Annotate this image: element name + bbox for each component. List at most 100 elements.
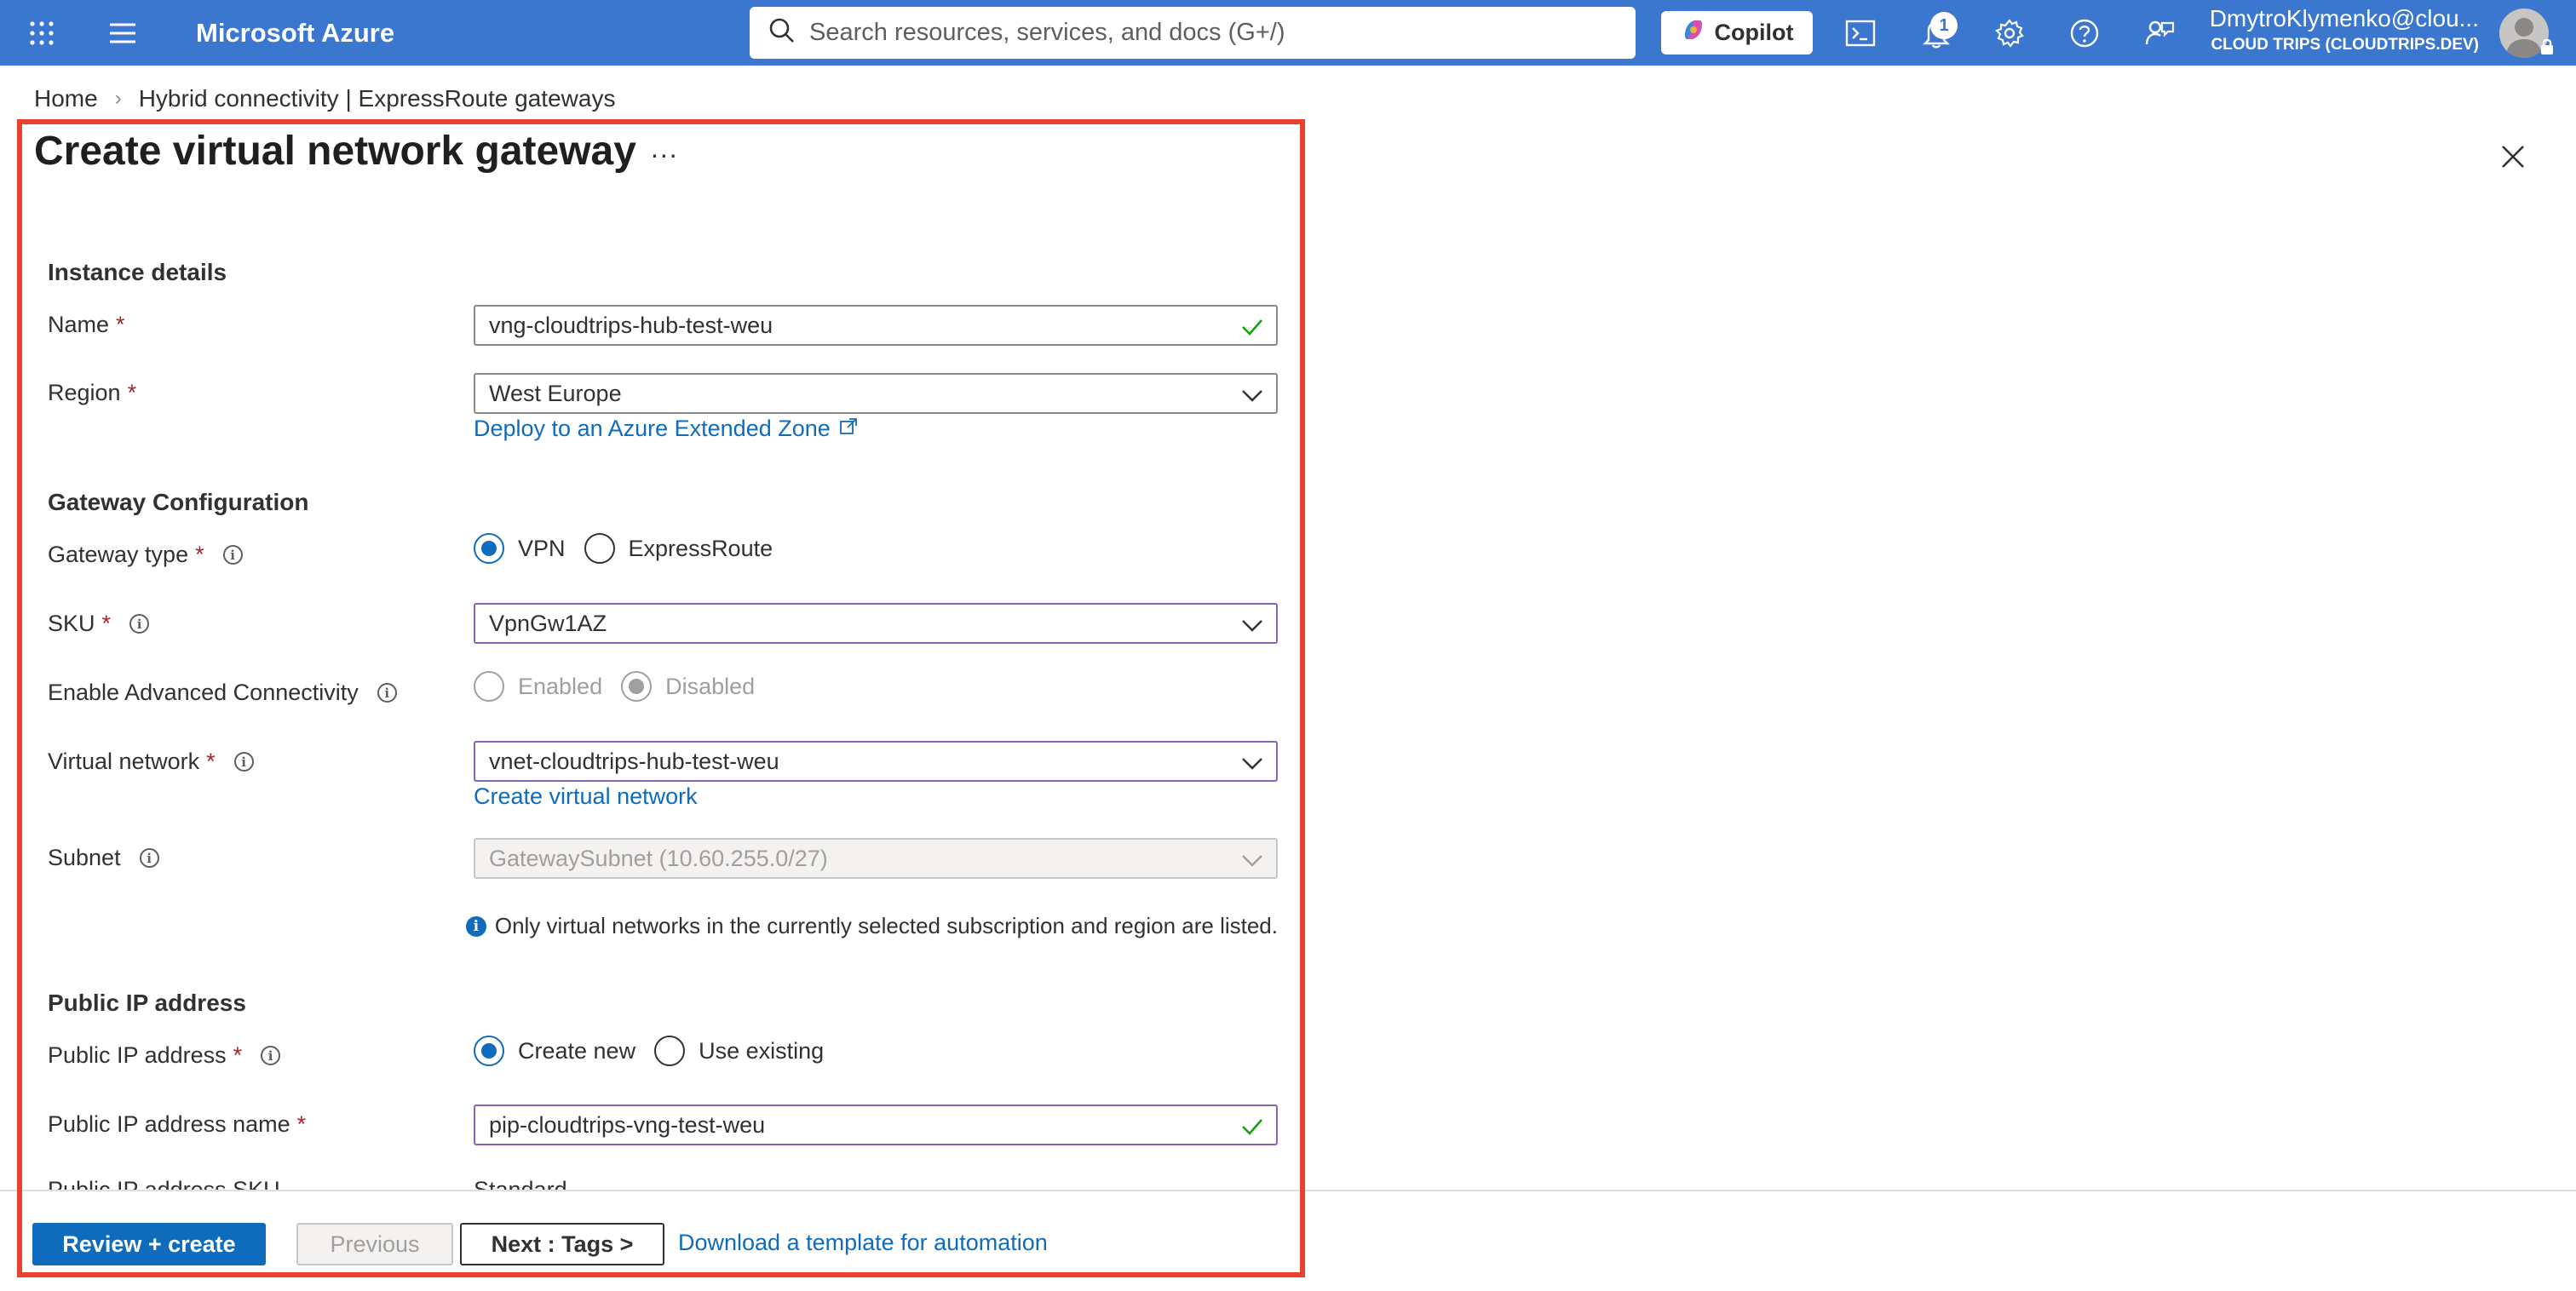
download-template-link[interactable]: Download a template for automation [678, 1230, 1048, 1256]
cloud-shell-icon[interactable] [1843, 15, 1878, 51]
required-marker: * [101, 611, 112, 636]
sku-dropdown[interactable]: VpnGw1AZ [474, 603, 1278, 644]
portal-brand[interactable]: Microsoft Azure [196, 0, 394, 66]
app-launcher-icon[interactable] [26, 17, 58, 49]
copilot-icon [1681, 17, 1706, 49]
radio-expressroute[interactable]: ExpressRoute [584, 533, 773, 564]
required-marker: * [127, 380, 137, 405]
menu-icon[interactable] [106, 17, 140, 49]
close-icon[interactable] [2496, 140, 2530, 174]
virtual-network-value: vnet-cloudtrips-hub-test-weu [489, 748, 779, 774]
review-create-button[interactable]: Review + create [32, 1223, 266, 1265]
subnet-dropdown[interactable]: GatewaySubnet (10.60.255.0/27) [474, 838, 1278, 879]
section-instance-details: Instance details [48, 259, 227, 285]
name-label: Name * [48, 312, 125, 338]
public-ip-label-text: Public IP address [48, 1042, 227, 1068]
required-marker: * [233, 1042, 243, 1068]
radio-expressroute-label: ExpressRoute [628, 535, 773, 561]
required-marker: * [296, 1111, 307, 1137]
name-field[interactable]: vng-cloudtrips-hub-test-weu [474, 305, 1278, 346]
public-ip-label: Public IP address * i [48, 1042, 281, 1069]
public-ip-sku-row: Public IP address SKU Standard [48, 1177, 1274, 1191]
info-filled-icon: i [465, 915, 486, 937]
search-icon [768, 17, 796, 49]
account-tenant: CLOUD TRIPS (CLOUDTRIPS.DEV) [2211, 36, 2479, 54]
virtual-network-label-text: Virtual network [48, 749, 200, 774]
section-public-ip: Public IP address [48, 990, 246, 1016]
extended-zone-link-text: Deploy to an Azure Extended Zone [474, 416, 831, 441]
gateway-type-radio-group: VPN ExpressRoute [474, 533, 791, 564]
required-marker: * [116, 312, 125, 337]
radio-button[interactable] [654, 1036, 686, 1066]
radio-button[interactable] [584, 533, 615, 564]
section-gateway-config: Gateway Configuration [48, 489, 309, 515]
info-icon[interactable]: i [233, 752, 254, 772]
subnet-label: Subnet i [48, 845, 159, 871]
region-label-text: Region [48, 380, 121, 405]
public-ip-sku-value: Standard [474, 1177, 567, 1191]
info-icon[interactable]: i [377, 683, 397, 703]
region-dropdown[interactable]: West Europe [474, 373, 1278, 414]
chevron-down-icon [1240, 613, 1264, 637]
external-link-icon [839, 416, 858, 442]
notifications-badge: 1 [1930, 12, 1958, 39]
info-message: i Only virtual networks in the currently… [465, 913, 1278, 939]
gateway-type-label-text: Gateway type [48, 542, 189, 567]
settings-icon[interactable] [1992, 15, 2027, 51]
info-icon[interactable]: i [222, 545, 243, 565]
copilot-button[interactable]: Copilot [1661, 11, 1813, 55]
name-label-text: Name [48, 312, 110, 337]
radio-use-existing[interactable]: Use existing [654, 1036, 824, 1066]
account-menu[interactable]: DmytroKlymenko@clou... CLOUD TRIPS (CLOU… [2198, 5, 2479, 55]
required-marker: * [206, 749, 216, 774]
radio-use-existing-label: Use existing [699, 1037, 825, 1064]
radio-vpn-label: VPN [518, 535, 566, 561]
radio-button[interactable] [474, 671, 504, 702]
create-virtual-network-link[interactable]: Create virtual network [474, 783, 698, 810]
breadcrumb-home[interactable]: Home [34, 85, 98, 112]
chevron-down-icon [1240, 383, 1264, 407]
radio-button-selected[interactable] [621, 671, 653, 702]
radio-disabled[interactable]: Disabled [621, 671, 755, 702]
radio-vpn[interactable]: VPN [474, 533, 566, 564]
public-ip-name-field[interactable]: pip-cloudtrips-vng-test-weu [474, 1105, 1278, 1145]
checkmark-icon [1240, 315, 1264, 339]
required-marker: * [195, 542, 204, 567]
radio-disabled-label: Disabled [665, 673, 756, 699]
info-icon[interactable]: i [261, 1046, 281, 1065]
feedback-icon[interactable] [2142, 15, 2177, 51]
name-value: vng-cloudtrips-hub-test-weu [489, 312, 773, 338]
sku-label: SKU * i [48, 611, 150, 637]
lock-icon [2539, 37, 2556, 56]
search-input[interactable]: Search resources, services, and docs (G+… [750, 7, 1636, 59]
public-ip-name-label: Public IP address name * [48, 1111, 306, 1138]
top-bar: Microsoft Azure Search resources, servic… [0, 0, 2576, 66]
region-value: West Europe [489, 380, 622, 406]
info-icon[interactable]: i [139, 848, 159, 868]
virtual-network-dropdown[interactable]: vnet-cloudtrips-hub-test-weu [474, 741, 1278, 782]
page-title: Create virtual network gateway [34, 129, 636, 174]
previous-button[interactable]: Previous [296, 1223, 453, 1265]
info-message-text: Only virtual networks in the currently s… [494, 913, 1278, 938]
extended-zone-link[interactable]: Deploy to an Azure Extended Zone [474, 416, 858, 442]
chevron-right-icon: › [114, 87, 122, 110]
public-ip-sku-label: Public IP address SKU [48, 1177, 280, 1191]
radio-enabled[interactable]: Enabled [474, 671, 602, 702]
checkmark-icon [1240, 1115, 1264, 1139]
help-icon[interactable] [2067, 15, 2102, 51]
public-ip-name-label-text: Public IP address name [48, 1111, 290, 1137]
public-ip-name-value: pip-cloudtrips-vng-test-weu [489, 1111, 766, 1138]
sku-value: VpnGw1AZ [489, 610, 607, 636]
radio-create-new-label: Create new [518, 1037, 636, 1064]
next-tags-button[interactable]: Next : Tags > [460, 1223, 664, 1265]
more-options-button[interactable]: ... [651, 133, 679, 164]
radio-button-selected[interactable] [474, 533, 504, 564]
radio-create-new[interactable]: Create new [474, 1036, 635, 1066]
sku-label-text: SKU [48, 611, 95, 636]
breadcrumb-current[interactable]: Hybrid connectivity | ExpressRoute gatew… [139, 85, 616, 112]
search-placeholder: Search resources, services, and docs (G+… [809, 19, 1285, 46]
radio-button-selected[interactable] [474, 1036, 504, 1066]
info-icon[interactable]: i [129, 614, 150, 634]
chevron-down-icon [1240, 848, 1264, 872]
gateway-type-label: Gateway type * i [48, 542, 243, 568]
